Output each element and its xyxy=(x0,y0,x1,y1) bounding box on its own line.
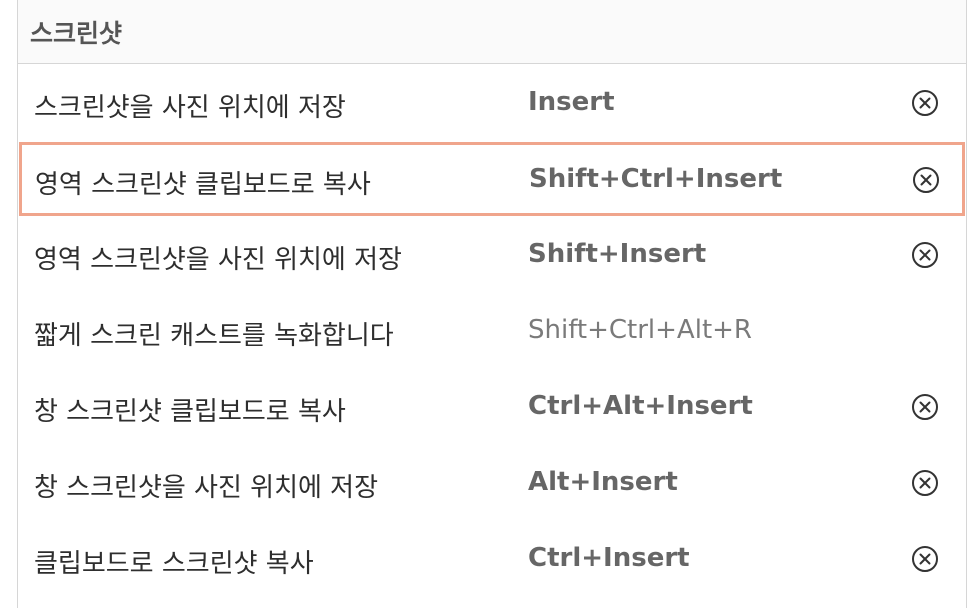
shortcut-label: 영역 스크린샷을 사진 위치에 저장 xyxy=(34,245,402,275)
shortcut-row[interactable]: 영역 스크린샷을 사진 위치에 저장 Shift+Insert xyxy=(18,217,966,293)
shortcut-accelerator: Ctrl+Insert xyxy=(528,543,690,573)
reset-shortcut-button[interactable] xyxy=(907,237,943,273)
shortcut-label: 영역 스크린샷 클립보드로 복사 xyxy=(35,170,371,200)
reset-shortcut-button[interactable] xyxy=(907,465,943,501)
shortcut-row[interactable]: 짧게 스크린 캐스트를 녹화합니다 Shift+Ctrl+Alt+R xyxy=(18,293,966,369)
shortcut-accelerator: Insert xyxy=(528,87,615,117)
shortcut-accelerator: Ctrl+Alt+Insert xyxy=(528,391,753,421)
shortcut-label: 스크린샷을 사진 위치에 저장 xyxy=(34,93,346,123)
shortcut-row[interactable]: 스크린샷을 사진 위치에 저장 Insert xyxy=(18,65,966,141)
shortcut-label: 짧게 스크린 캐스트를 녹화합니다 xyxy=(34,321,394,351)
reset-shortcut-button[interactable] xyxy=(908,162,944,198)
shortcut-label: 창 스크린샷을 사진 위치에 저장 xyxy=(34,473,379,503)
shortcut-row[interactable]: 창 스크린샷을 사진 위치에 저장 Alt+Insert xyxy=(18,445,966,521)
reset-icon xyxy=(912,546,938,572)
shortcut-accelerator: Shift+Ctrl+Insert xyxy=(529,164,783,194)
shortcut-accelerator: Shift+Insert xyxy=(528,239,707,269)
reset-icon xyxy=(912,394,938,420)
shortcut-row[interactable]: 클립보드로 스크린샷 복사 Ctrl+Insert xyxy=(18,521,966,597)
shortcut-accelerator: Shift+Ctrl+Alt+R xyxy=(528,315,752,345)
shortcut-label: 창 스크린샷 클립보드로 복사 xyxy=(34,397,346,427)
reset-icon xyxy=(913,167,939,193)
section-header: 스크린샷 xyxy=(18,0,966,64)
reset-shortcut-button[interactable] xyxy=(907,389,943,425)
shortcut-label: 클립보드로 스크린샷 복사 xyxy=(34,549,314,579)
section-title: 스크린샷 xyxy=(30,19,123,48)
shortcut-row[interactable]: 창 스크린샷 클립보드로 복사 Ctrl+Alt+Insert xyxy=(18,369,966,445)
reset-icon xyxy=(912,470,938,496)
shortcut-row[interactable]: 영역 스크린샷 클립보드로 복사 Shift+Ctrl+Insert xyxy=(19,142,965,216)
shortcuts-panel: 스크린샷 스크린샷을 사진 위치에 저장 Insert 영역 스크린샷 클립보드로 … xyxy=(17,0,967,608)
reset-shortcut-button[interactable] xyxy=(907,541,943,577)
reset-shortcut-button[interactable] xyxy=(907,85,943,121)
reset-icon xyxy=(912,90,938,116)
shortcut-accelerator: Alt+Insert xyxy=(528,467,678,497)
reset-icon xyxy=(912,242,938,268)
